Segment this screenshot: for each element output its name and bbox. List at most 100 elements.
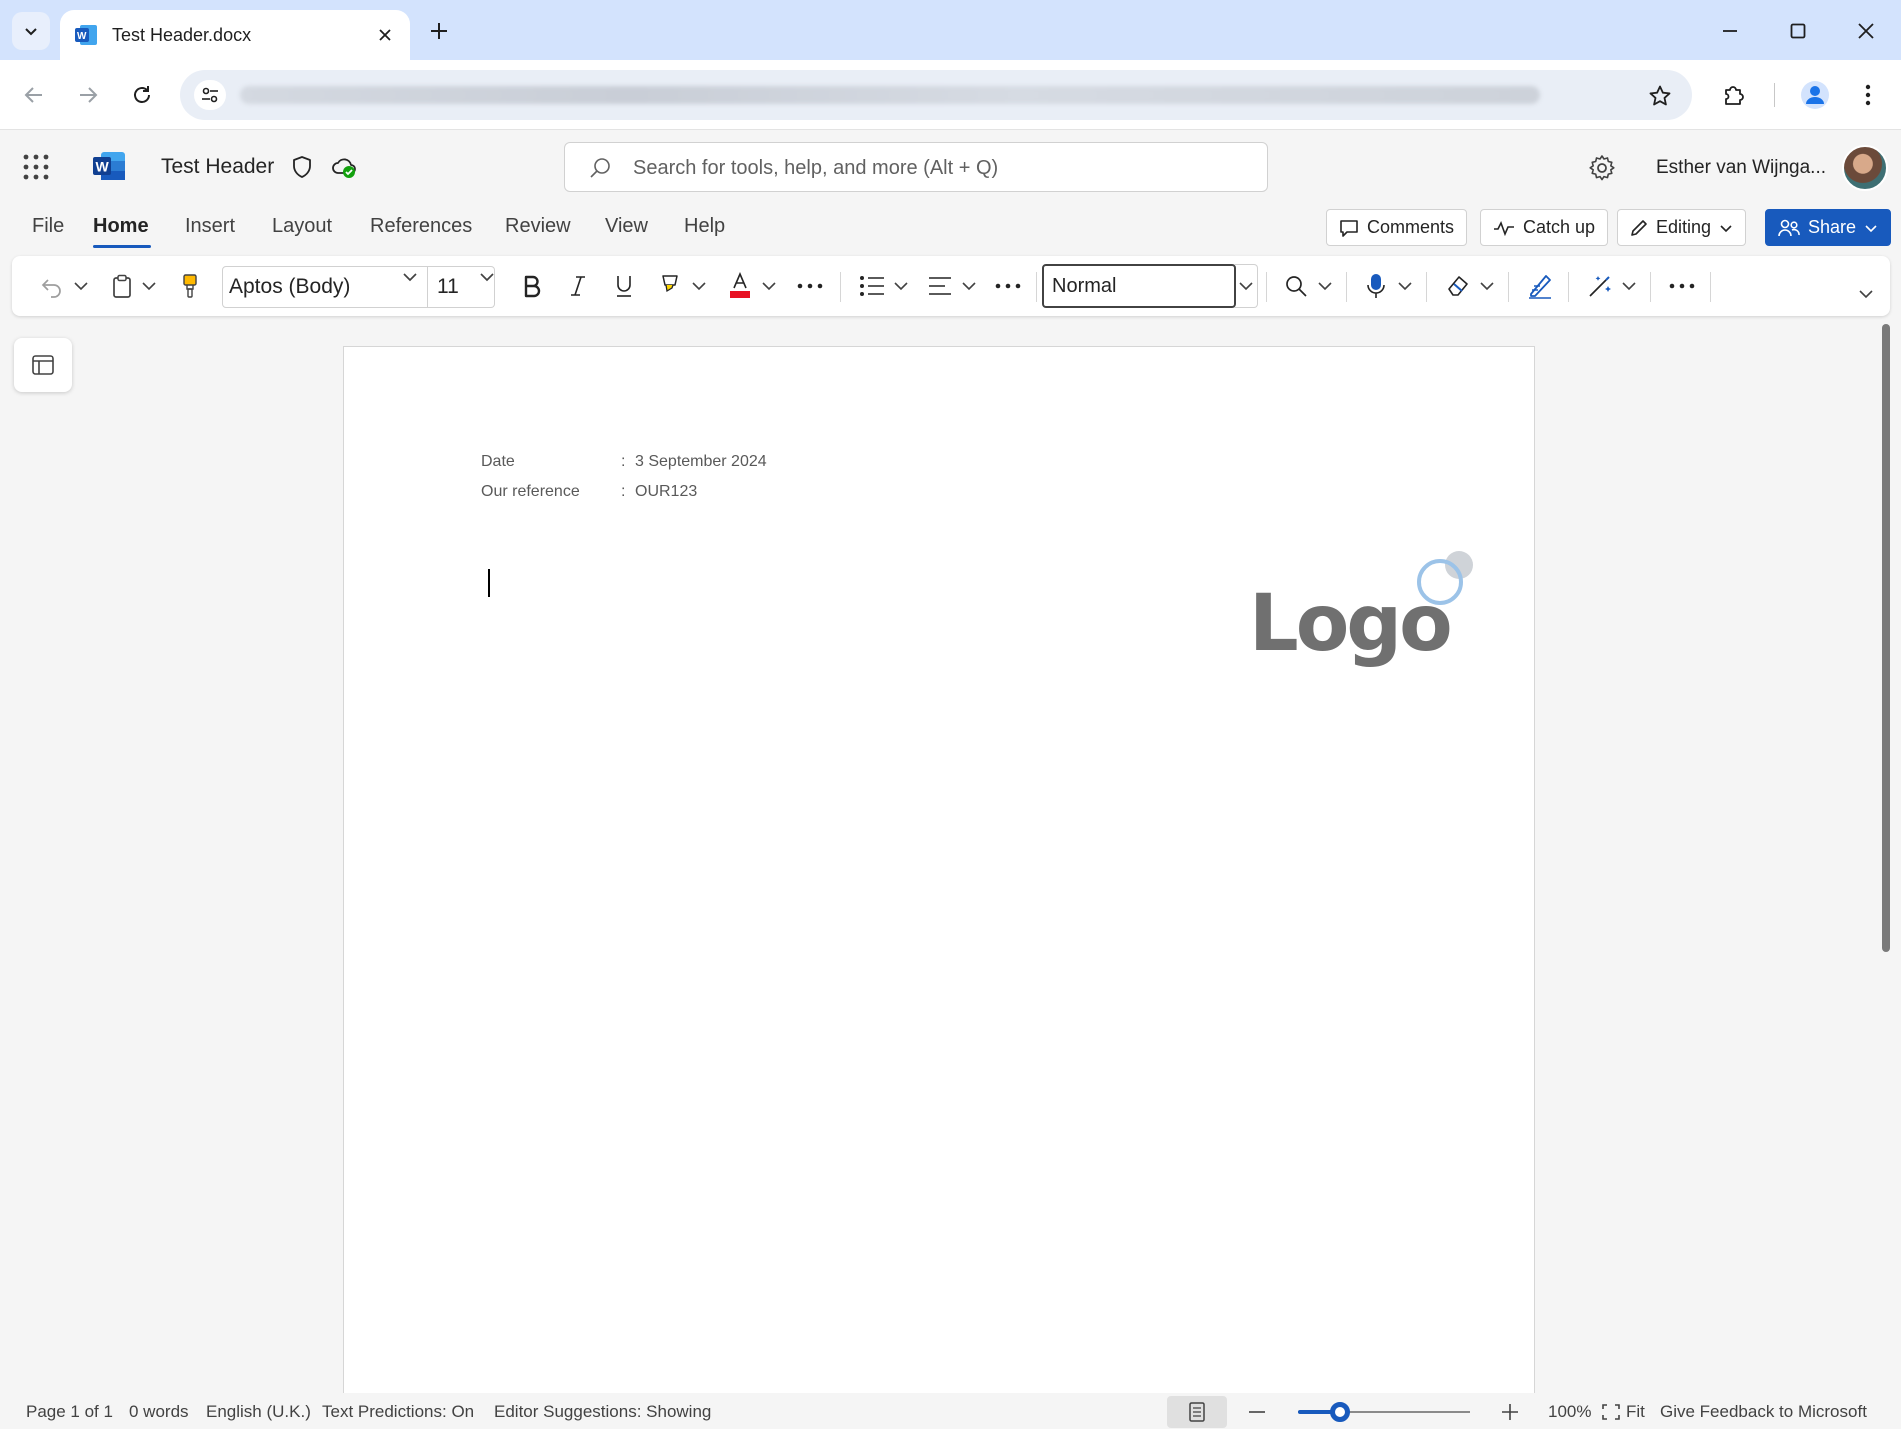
gear-icon[interactable]	[1588, 154, 1616, 182]
extensions-button[interactable]	[1716, 77, 1752, 113]
editing-mode-button[interactable]: Editing	[1617, 209, 1747, 246]
comments-button[interactable]: Comments	[1326, 209, 1468, 246]
forward-button[interactable]	[70, 77, 106, 113]
document-title[interactable]: Test Header	[161, 155, 274, 179]
language-status[interactable]: English (U.K.)	[206, 1402, 311, 1422]
avatar[interactable]	[1842, 145, 1888, 191]
logo-image[interactable]: Logo	[1249, 547, 1479, 669]
chevron-down-icon	[1318, 282, 1332, 291]
vertical-scrollbar[interactable]	[1882, 324, 1890, 952]
chrome-menu-button[interactable]	[1850, 77, 1886, 113]
zoom-slider-thumb[interactable]	[1330, 1402, 1350, 1422]
font-name-dropdown[interactable]: Aptos (Body)	[222, 266, 428, 308]
align-dropdown[interactable]	[958, 270, 980, 302]
header-ref-separator: :	[621, 483, 626, 500]
browser-tab[interactable]: W Test Header.docx	[60, 10, 410, 60]
dictate-dropdown[interactable]	[1394, 270, 1416, 302]
highlight-button[interactable]	[652, 270, 688, 302]
chevron-down-icon	[1398, 282, 1412, 291]
header-date-label: Date	[481, 453, 515, 470]
tab-references[interactable]: References	[370, 215, 472, 238]
tab-help[interactable]: Help	[684, 215, 725, 238]
search-box[interactable]: Search for tools, help, and more (Alt + …	[564, 142, 1268, 192]
italic-button[interactable]	[560, 270, 596, 302]
share-button[interactable]: Share	[1765, 209, 1892, 246]
sensitivity-dropdown[interactable]	[1476, 270, 1498, 302]
document-page[interactable]: Date : 3 September 2024 Our reference : …	[343, 346, 1535, 1396]
more-paragraph-options-button[interactable]	[990, 270, 1026, 302]
more-options-button[interactable]	[1664, 270, 1700, 302]
profile-button[interactable]	[1797, 77, 1833, 113]
status-bar: Page 1 of 1 0 words English (U.K.) Text …	[0, 1393, 1901, 1429]
tab-review[interactable]: Review	[505, 215, 571, 238]
dictate-button[interactable]	[1358, 270, 1394, 302]
sensitivity-button[interactable]	[1440, 270, 1476, 302]
designer-dropdown[interactable]	[1618, 270, 1640, 302]
tune-icon	[202, 87, 218, 103]
zoom-level[interactable]: 100%	[1548, 1402, 1591, 1422]
chevron-down-icon	[894, 282, 908, 291]
find-dropdown[interactable]	[1314, 270, 1336, 302]
bookmark-button[interactable]	[1646, 82, 1674, 110]
search-icon	[1286, 276, 1307, 297]
shield-icon[interactable]	[290, 155, 314, 179]
bullets-button[interactable]	[854, 270, 890, 302]
svg-text:W: W	[77, 31, 87, 42]
format-painter-button[interactable]	[172, 270, 208, 302]
editor-suggestions-status[interactable]: Editor Suggestions: Showing	[494, 1402, 711, 1422]
font-name-value: Aptos (Body)	[229, 275, 351, 298]
tab-view[interactable]: View	[605, 215, 648, 238]
app-launcher-icon[interactable]	[22, 153, 50, 181]
tab-file[interactable]: File	[32, 215, 64, 238]
feedback-link[interactable]: Give Feedback to Microsoft	[1660, 1402, 1867, 1422]
navigation-pane-button[interactable]	[14, 338, 72, 392]
undo-dropdown[interactable]	[70, 270, 92, 302]
word-logo-icon[interactable]: W	[92, 151, 126, 181]
minimize-button[interactable]	[1710, 12, 1750, 50]
reload-button[interactable]	[124, 77, 160, 113]
tab-search-button[interactable]	[12, 12, 50, 50]
print-layout-button[interactable]	[1167, 1396, 1227, 1428]
page-count[interactable]: Page 1 of 1	[26, 1402, 113, 1422]
new-tab-button[interactable]	[424, 16, 454, 46]
italic-icon	[571, 276, 585, 296]
tab-close-button[interactable]	[374, 24, 396, 46]
catch-up-button[interactable]: Catch up	[1480, 209, 1609, 246]
bold-button[interactable]	[514, 270, 550, 302]
tab-home[interactable]: Home	[93, 215, 149, 238]
underline-button[interactable]	[606, 270, 642, 302]
tab-layout[interactable]: Layout	[272, 215, 332, 238]
highlight-dropdown[interactable]	[688, 270, 710, 302]
paste-dropdown[interactable]	[138, 270, 160, 302]
editor-button[interactable]	[1522, 270, 1558, 302]
user-name[interactable]: Esther van Wijnga...	[1656, 157, 1826, 179]
address-bar[interactable]	[180, 70, 1692, 120]
tab-insert[interactable]: Insert	[185, 215, 235, 238]
font-color-dropdown[interactable]	[758, 270, 780, 302]
zoom-in-button[interactable]	[1498, 1401, 1522, 1423]
fit-icon[interactable]	[1601, 1403, 1621, 1421]
site-info-button[interactable]	[194, 80, 226, 110]
bullets-dropdown[interactable]	[890, 270, 912, 302]
find-button[interactable]	[1278, 270, 1314, 302]
more-font-options-button[interactable]	[792, 270, 828, 302]
close-icon	[379, 29, 391, 41]
fit-button[interactable]: Fit	[1626, 1402, 1645, 1422]
style-gallery-expand[interactable]	[1234, 264, 1258, 308]
designer-button[interactable]	[1582, 270, 1618, 302]
close-window-button[interactable]	[1846, 12, 1886, 50]
minus-icon	[1249, 1411, 1265, 1413]
style-dropdown[interactable]: Normal	[1042, 264, 1236, 308]
search-placeholder: Search for tools, help, and more (Alt + …	[633, 157, 999, 179]
align-button[interactable]	[922, 270, 958, 302]
undo-button[interactable]	[34, 270, 70, 302]
font-color-button[interactable]	[722, 270, 758, 302]
ribbon-expand-button[interactable]	[1852, 278, 1880, 310]
word-count[interactable]: 0 words	[129, 1402, 189, 1422]
maximize-button[interactable]	[1778, 12, 1818, 50]
zoom-out-button[interactable]	[1245, 1401, 1269, 1423]
cloud-saved-icon[interactable]	[330, 153, 358, 181]
back-button[interactable]	[16, 77, 52, 113]
text-predictions-status[interactable]: Text Predictions: On	[322, 1402, 474, 1422]
paste-button[interactable]	[104, 270, 140, 302]
